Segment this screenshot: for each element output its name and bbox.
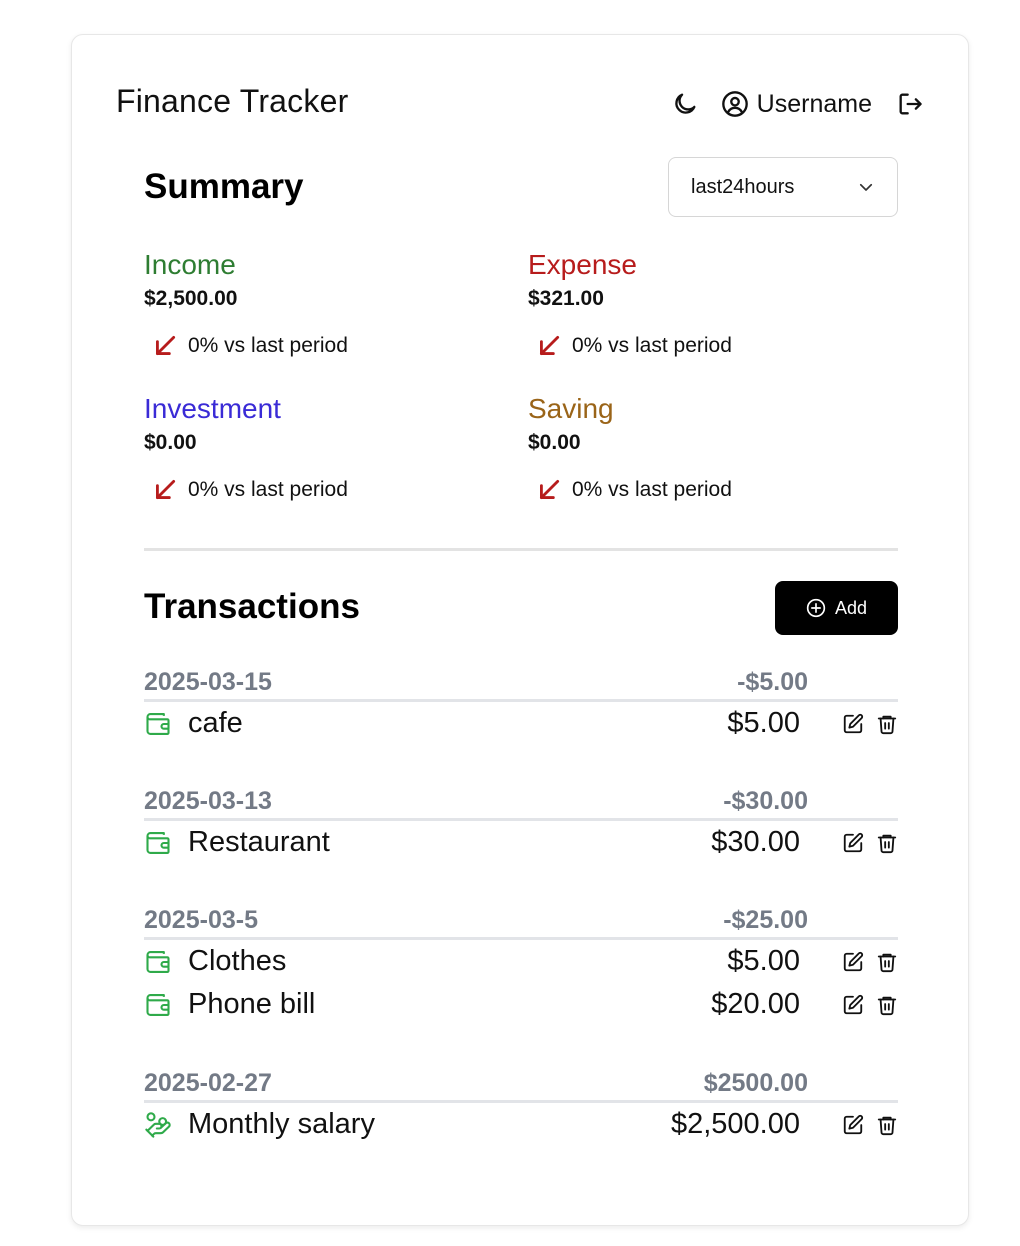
stat-amount: $321.00 — [528, 287, 604, 310]
stat-change: 0% vs last period — [152, 333, 504, 359]
wallet-icon — [144, 829, 172, 857]
trash-icon[interactable] — [876, 832, 898, 854]
transaction-row: cafe $5.00 — [144, 702, 898, 745]
summary-title: Summary — [144, 167, 304, 206]
group-total: -$5.00 — [737, 668, 808, 696]
transaction-amount: $30.00 — [711, 826, 800, 858]
hand-coins-icon — [144, 1111, 172, 1139]
stat-saving: Saving $0.00 0% vs last period — [528, 393, 888, 503]
transaction-group: 2025-03-15 -$5.00 cafe $5.00 — [144, 665, 898, 745]
arrow-down-left-icon — [152, 333, 178, 359]
trash-icon[interactable] — [876, 951, 898, 973]
transaction-amount: $2,500.00 — [670, 1108, 800, 1140]
group-header: 2025-03-5 -$25.00 — [144, 903, 898, 935]
stat-label: Investment — [144, 393, 281, 424]
logout-icon[interactable] — [896, 90, 924, 118]
header-actions: Username — [671, 87, 924, 121]
wallet-icon — [144, 710, 172, 738]
edit-icon[interactable] — [842, 994, 864, 1016]
transaction-row: Restaurant $30.00 — [144, 821, 898, 864]
group-header: 2025-03-15 -$5.00 — [144, 665, 898, 697]
edit-icon[interactable] — [842, 951, 864, 973]
stat-investment: Investment $0.00 0% vs last period — [144, 393, 504, 503]
trash-icon[interactable] — [876, 994, 898, 1016]
stat-amount: $0.00 — [528, 431, 581, 454]
username: Username — [756, 89, 872, 118]
change-text: 0% vs last period — [572, 334, 732, 357]
trash-icon[interactable] — [876, 713, 898, 735]
transaction-group: 2025-03-5 -$25.00 Clothes $5.00 Phone bi… — [144, 903, 898, 1026]
group-date: 2025-03-15 — [144, 668, 272, 696]
stat-change: 0% vs last period — [536, 333, 888, 359]
change-text: 0% vs last period — [572, 478, 732, 501]
change-text: 0% vs last period — [188, 478, 348, 501]
app-title: Finance Tracker — [116, 83, 349, 119]
transactions-title: Transactions — [144, 587, 360, 626]
transaction-name: Clothes — [188, 945, 287, 977]
transaction-amount: $20.00 — [711, 988, 800, 1020]
group-date: 2025-03-13 — [144, 787, 272, 815]
user-menu[interactable]: Username — [721, 90, 872, 119]
stat-income: Income $2,500.00 0% vs last period — [144, 249, 504, 359]
add-transaction-button[interactable]: Add — [775, 581, 898, 635]
section-divider — [144, 548, 898, 551]
stat-amount: $2,500.00 — [144, 287, 238, 310]
add-button-label: Add — [834, 597, 868, 618]
transaction-row: Clothes $5.00 — [144, 940, 898, 983]
stat-label: Income — [144, 249, 236, 280]
transaction-row: Phone bill $20.00 — [144, 983, 898, 1026]
plus-circle-icon — [806, 598, 826, 618]
stat-change: 0% vs last period — [152, 477, 504, 503]
transaction-group: 2025-02-27 $2500.00 Monthly salary $2,50… — [144, 1066, 898, 1146]
group-header: 2025-03-13 -$30.00 — [144, 784, 898, 816]
arrow-down-left-icon — [152, 477, 178, 503]
group-total: $2500.00 — [703, 1069, 808, 1097]
app-card: Finance Tracker Username Summary last24h… — [71, 34, 969, 1226]
arrow-down-left-icon — [536, 333, 562, 359]
change-text: 0% vs last period — [188, 334, 348, 357]
user-circle-icon — [721, 90, 749, 118]
edit-icon[interactable] — [842, 832, 864, 854]
period-select-value: last24hours — [691, 175, 795, 198]
group-header: 2025-02-27 $2500.00 — [144, 1066, 898, 1098]
edit-icon[interactable] — [842, 713, 864, 735]
transaction-row: Monthly salary $2,500.00 — [144, 1103, 898, 1146]
stat-change: 0% vs last period — [536, 477, 888, 503]
transaction-name: Monthly salary — [188, 1108, 375, 1140]
stat-amount: $0.00 — [144, 431, 197, 454]
arrow-down-left-icon — [536, 477, 562, 503]
group-total: -$25.00 — [723, 906, 808, 934]
period-select[interactable]: last24hours — [668, 157, 898, 217]
transaction-amount: $5.00 — [727, 707, 800, 739]
edit-icon[interactable] — [842, 1114, 864, 1136]
transaction-name: Restaurant — [188, 826, 330, 858]
moon-icon[interactable] — [671, 90, 699, 118]
wallet-icon — [144, 991, 172, 1019]
transaction-group: 2025-03-13 -$30.00 Restaurant $30.00 — [144, 784, 898, 864]
group-date: 2025-02-27 — [144, 1069, 272, 1097]
transaction-name: cafe — [188, 707, 243, 739]
group-total: -$30.00 — [723, 787, 808, 815]
stat-expense: Expense $321.00 0% vs last period — [528, 249, 888, 359]
transaction-name: Phone bill — [188, 988, 316, 1020]
wallet-icon — [144, 948, 172, 976]
group-date: 2025-03-5 — [144, 906, 258, 934]
stat-label: Expense — [528, 249, 637, 280]
trash-icon[interactable] — [876, 1114, 898, 1136]
transaction-amount: $5.00 — [727, 945, 800, 977]
stat-label: Saving — [528, 393, 614, 424]
chevron-down-icon — [857, 178, 875, 196]
